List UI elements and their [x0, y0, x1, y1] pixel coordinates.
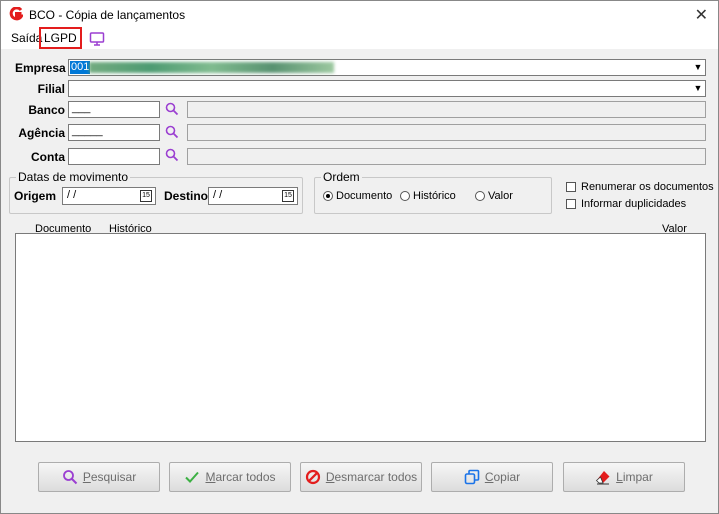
eraser-icon: [596, 471, 610, 485]
ordem-group: Ordem Documento Histórico Valor: [314, 170, 552, 214]
desmarcar-label: esmarcar todos: [334, 470, 418, 484]
origem-label: Origem: [14, 189, 57, 203]
window-title: BCO - Cópia de lançamentos: [29, 8, 186, 22]
pesquisar-hotkey: P: [82, 470, 91, 484]
empresa-label: Empresa: [15, 61, 66, 75]
limpar-button[interactable]: Limpar: [563, 462, 685, 492]
empresa-value: 001: [70, 61, 91, 74]
renumerar-checkbox[interactable]: Renumerar os documentos: [566, 181, 714, 193]
conta-input[interactable]: [68, 148, 160, 165]
copiar-label: opiar: [493, 470, 521, 484]
checkbox-box: [566, 199, 576, 209]
menu-lgpd[interactable]: LGPD: [39, 27, 82, 49]
radio-valor-label: Valor: [488, 190, 513, 202]
conta-description: [187, 148, 706, 165]
origem-date-input[interactable]: / / 15: [62, 187, 156, 205]
renumerar-label: Renumerar os documentos: [581, 181, 714, 193]
marcar-label: arcar todos: [215, 470, 276, 484]
radio-dot: [475, 191, 485, 201]
desmarcar-todos-button[interactable]: Desmarcar todos: [300, 462, 422, 492]
filial-label: Filial: [37, 82, 65, 96]
datas-movimento-group: Datas de movimento Origem / / 15 Destino…: [9, 170, 303, 214]
destino-value: / /: [213, 189, 223, 201]
copy-icon: [464, 469, 480, 485]
origem-value: / /: [67, 189, 77, 201]
app-logo-icon: [9, 7, 23, 21]
banco-description: [187, 101, 706, 118]
empresa-combo[interactable]: 001 ▼: [68, 59, 706, 76]
empresa-name-redacted: [89, 62, 334, 73]
app-window: BCO - Cópia de lançamentos ✕ Saída LGPD …: [0, 0, 719, 514]
limpar-hotkey: L: [616, 470, 623, 484]
prohibited-icon: [305, 469, 320, 485]
checkbox-box: [566, 182, 576, 192]
chevron-down-icon[interactable]: ▼: [691, 60, 705, 75]
datas-group-title: Datas de movimento: [16, 170, 131, 184]
ordem-group-title: Ordem: [321, 170, 362, 184]
conta-search-icon[interactable]: [165, 148, 179, 162]
limpar-label: impar: [622, 470, 653, 484]
monitor-icon[interactable]: [89, 31, 105, 47]
agencia-value: _____: [72, 125, 103, 137]
lancamentos-list[interactable]: [15, 233, 706, 442]
close-icon[interactable]: ✕: [695, 5, 708, 25]
radio-dot: [400, 191, 410, 201]
copiar-button[interactable]: Copiar: [431, 462, 553, 492]
banco-value: ___: [72, 102, 91, 114]
filial-combo[interactable]: ▼: [68, 80, 706, 97]
duplicidades-label: Informar duplicidades: [581, 198, 687, 210]
agencia-search-icon[interactable]: [165, 125, 179, 139]
marcar-todos-button[interactable]: Marcar todos: [169, 462, 291, 492]
destino-date-input[interactable]: / / 15: [208, 187, 298, 205]
conta-label: Conta: [31, 150, 65, 164]
radio-historico-label: Histórico: [413, 190, 456, 202]
radio-historico[interactable]: Histórico: [400, 190, 456, 202]
calendar-icon[interactable]: 15: [282, 190, 294, 202]
radio-dot-selected: [323, 191, 333, 201]
menu-bar: Saída LGPD: [1, 27, 718, 49]
pesquisar-button[interactable]: Pesquisar: [38, 462, 160, 492]
banco-search-icon[interactable]: [165, 102, 179, 116]
agencia-label: Agência: [18, 126, 65, 140]
agencia-input[interactable]: _____: [68, 124, 160, 141]
marcar-hotkey: M: [205, 470, 216, 484]
banco-input[interactable]: ___: [68, 101, 160, 118]
destino-label: Destino: [164, 189, 209, 203]
checkmark-icon: [185, 471, 200, 483]
agencia-description: [187, 124, 706, 141]
search-icon: [62, 470, 78, 485]
title-bar: BCO - Cópia de lançamentos ✕: [1, 1, 718, 29]
chevron-down-icon[interactable]: ▼: [691, 81, 705, 96]
radio-valor[interactable]: Valor: [475, 190, 513, 202]
radio-documento-label: Documento: [336, 190, 393, 202]
duplicidades-checkbox[interactable]: Informar duplicidades: [566, 198, 686, 210]
radio-documento[interactable]: Documento: [323, 190, 392, 202]
calendar-icon[interactable]: 15: [140, 190, 152, 202]
banco-label: Banco: [28, 103, 65, 117]
pesquisar-label: esquisar: [90, 470, 137, 484]
